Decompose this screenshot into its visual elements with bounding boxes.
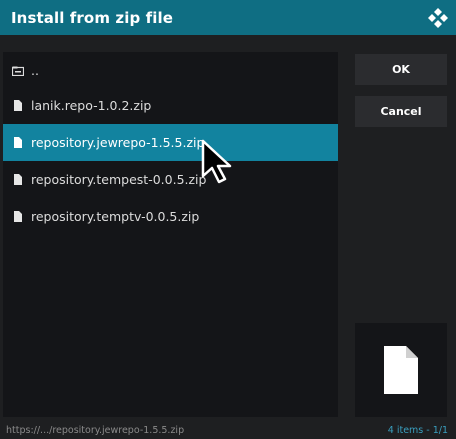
cancel-button[interactable]: Cancel: [355, 96, 447, 127]
kodi-logo-icon: [428, 8, 448, 28]
file-preview: [355, 323, 447, 417]
status-bar: https://.../repository.jewrepo-1.5.5.zip…: [0, 422, 456, 439]
file-preview-icon: [384, 346, 418, 394]
file-list: .. lanik.repo-1.0.2.zip repository.jewre…: [3, 52, 338, 417]
folder-up-icon: [11, 64, 25, 78]
file-icon: [11, 136, 25, 150]
list-item[interactable]: repository.tempest-0.0.5.zip: [3, 161, 338, 198]
list-item-label: lanik.repo-1.0.2.zip: [31, 98, 152, 113]
list-item-selected[interactable]: repository.jewrepo-1.5.5.zip: [3, 124, 338, 161]
list-item-label: repository.temptv-0.0.5.zip: [31, 209, 200, 224]
status-path: https://.../repository.jewrepo-1.5.5.zip: [6, 425, 185, 436]
dialog-title: Install from zip file: [11, 8, 173, 27]
file-icon: [11, 173, 25, 187]
list-item-label: repository.tempest-0.0.5.zip: [31, 172, 207, 187]
file-icon: [11, 99, 25, 113]
item-count: 4 items - 1/1: [387, 425, 448, 436]
list-item-label: ..: [31, 63, 39, 78]
list-item[interactable]: lanik.repo-1.0.2.zip: [3, 87, 338, 124]
list-item[interactable]: repository.temptv-0.0.5.zip: [3, 198, 338, 235]
list-item-label: repository.jewrepo-1.5.5.zip: [31, 135, 205, 150]
dialog-header: Install from zip file: [0, 0, 456, 35]
list-item-parent-folder[interactable]: ..: [3, 52, 338, 89]
ok-button[interactable]: OK: [355, 54, 447, 85]
file-icon: [11, 210, 25, 224]
